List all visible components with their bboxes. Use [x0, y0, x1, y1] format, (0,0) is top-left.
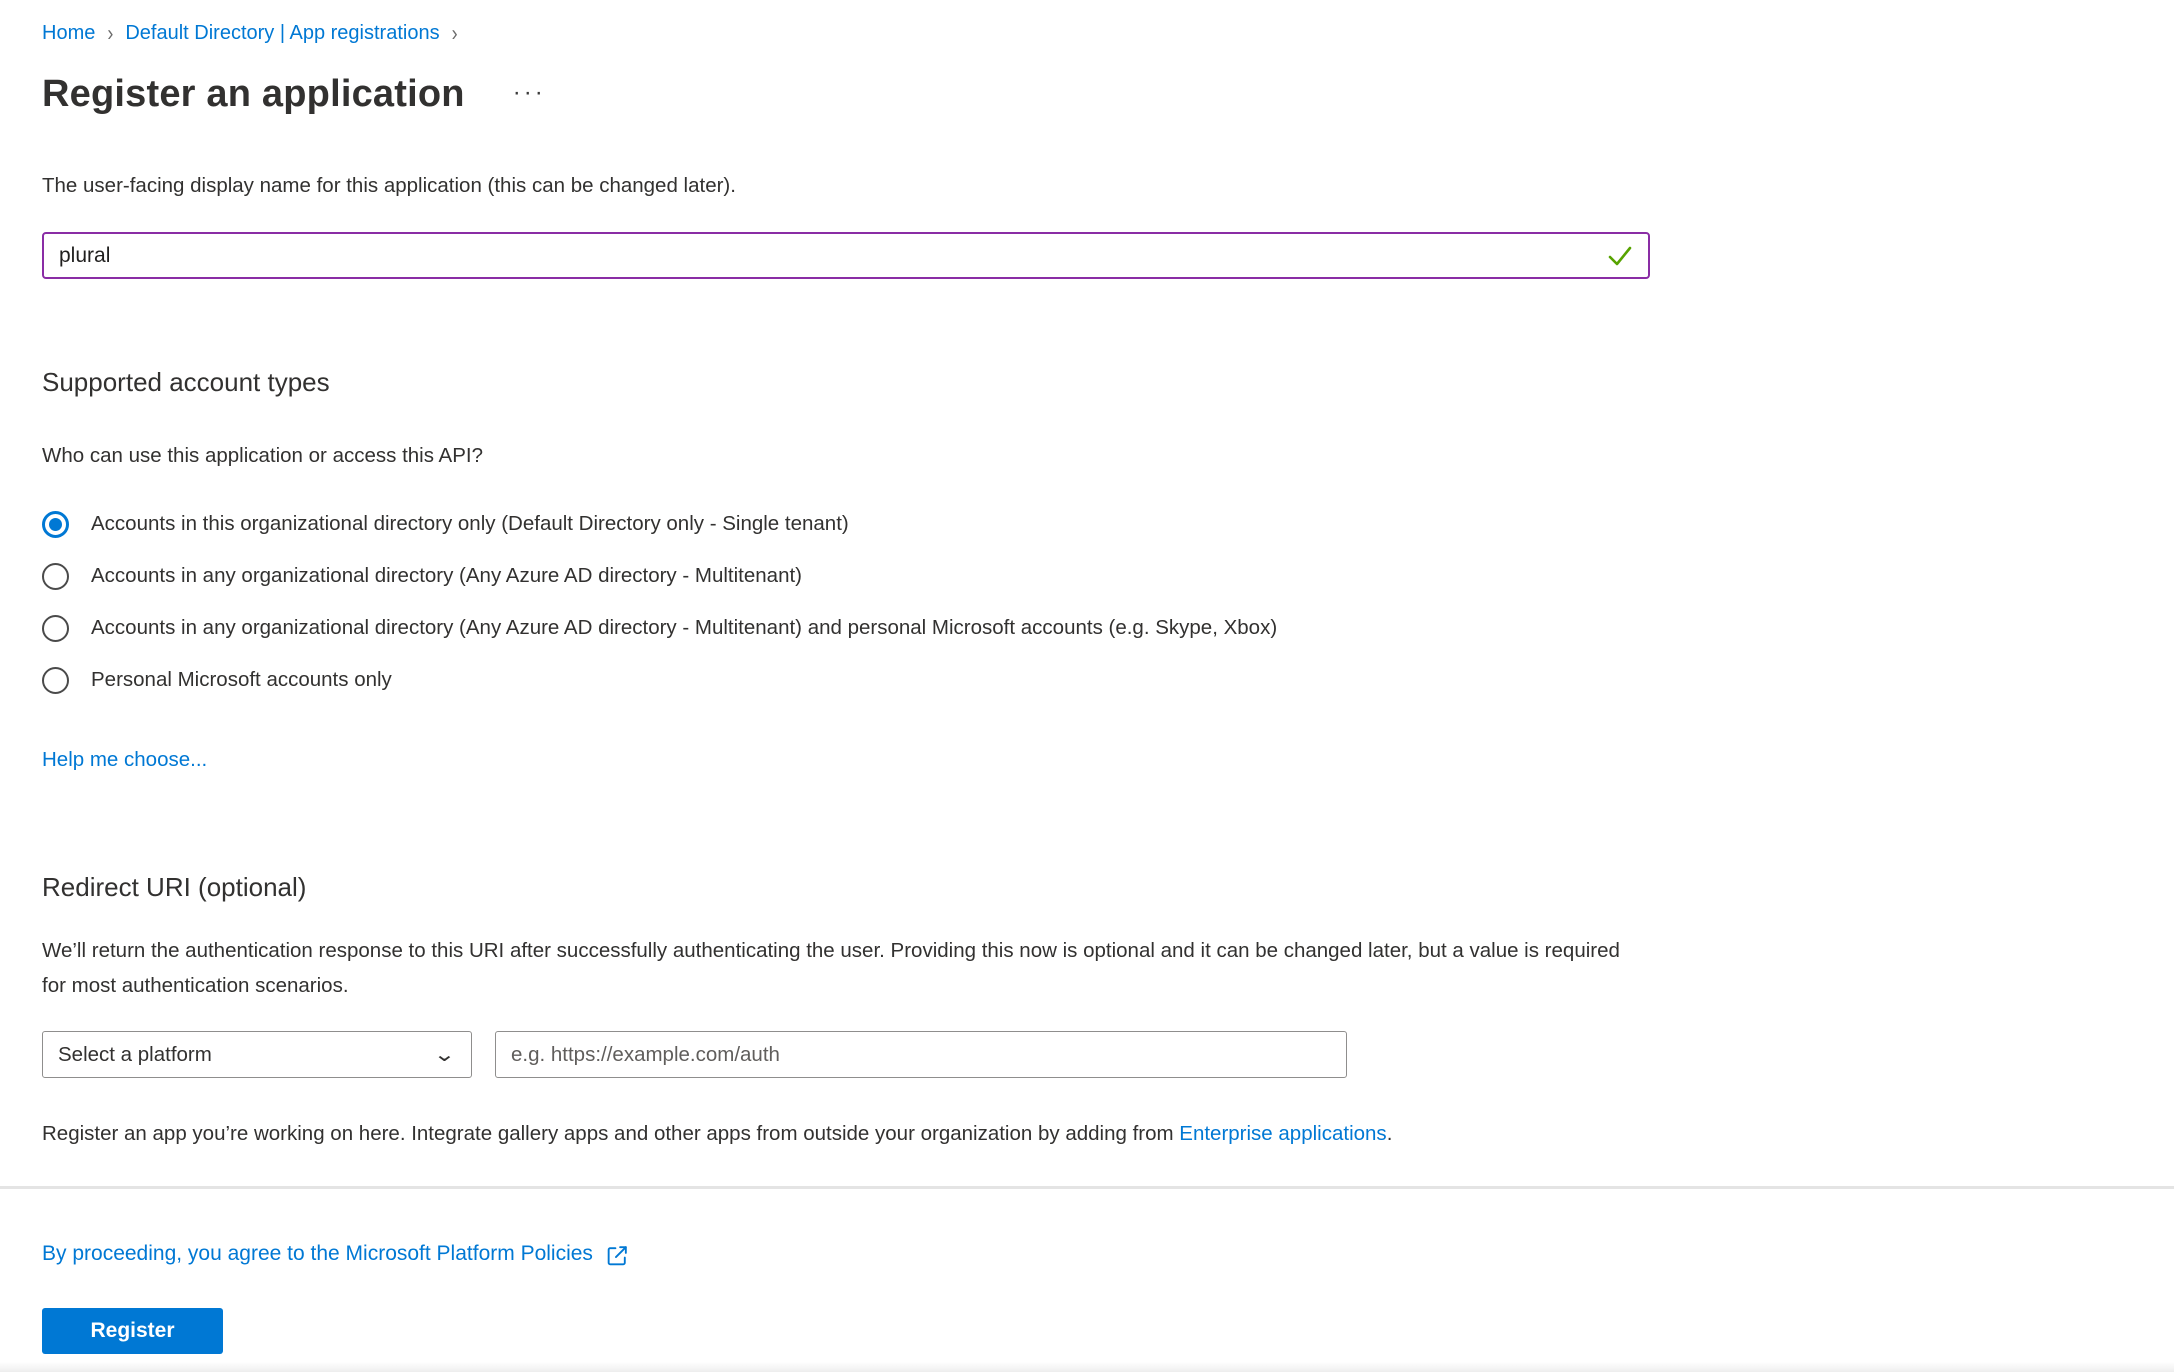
- page-title: Register an application: [42, 73, 465, 116]
- enterprise-note-text: Register an app you’re working on here. …: [42, 1122, 1179, 1145]
- supported-account-types-heading: Supported account types: [42, 367, 1650, 398]
- radio-label: Accounts in any organizational directory…: [91, 564, 802, 588]
- breadcrumb-home-link[interactable]: Home: [42, 22, 95, 45]
- radio-label: Personal Microsoft accounts only: [91, 668, 392, 692]
- register-application-page: Home › Default Directory | App registrat…: [0, 0, 1650, 1354]
- more-icon[interactable]: ···: [513, 81, 546, 105]
- breadcrumb: Home › Default Directory | App registrat…: [42, 22, 1650, 45]
- breadcrumb-chevron-icon: ›: [452, 20, 458, 46]
- account-types-question: Who can use this application or access t…: [42, 444, 1650, 468]
- help-me-choose-link[interactable]: Help me choose...: [42, 748, 207, 772]
- radio-label: Accounts in this organizational director…: [91, 512, 849, 536]
- redirect-uri-input[interactable]: [495, 1031, 1347, 1078]
- account-type-radio-group: Accounts in this organizational director…: [42, 498, 1650, 706]
- breadcrumb-app-registrations-link[interactable]: Default Directory | App registrations: [125, 22, 439, 45]
- footer-divider: [0, 1186, 2174, 1189]
- platform-policies-link[interactable]: By proceeding, you agree to the Microsof…: [42, 1242, 593, 1266]
- radio-button-icon: [42, 563, 69, 590]
- platform-select-value: Select a platform: [58, 1043, 212, 1067]
- enterprise-note-period: .: [1387, 1122, 1393, 1145]
- radio-multitenant[interactable]: Accounts in any organizational directory…: [42, 550, 1650, 602]
- checkmark-icon: [1606, 242, 1634, 270]
- chevron-down-icon: ⌄: [433, 1042, 456, 1067]
- display-name-label: The user-facing display name for this ap…: [42, 174, 1650, 198]
- breadcrumb-chevron-icon: ›: [107, 20, 113, 46]
- platform-select[interactable]: Select a platform ⌄: [42, 1031, 472, 1078]
- page-bottom-shadow: [0, 1362, 2174, 1372]
- redirect-uri-heading: Redirect URI (optional): [42, 872, 1650, 903]
- enterprise-applications-link[interactable]: Enterprise applications: [1179, 1122, 1386, 1145]
- radio-multitenant-personal[interactable]: Accounts in any organizational directory…: [42, 602, 1650, 654]
- display-name-input[interactable]: [42, 232, 1650, 279]
- radio-label: Accounts in any organizational directory…: [91, 616, 1277, 640]
- enterprise-note: Register an app you’re working on here. …: [42, 1122, 1650, 1146]
- radio-button-icon: [42, 511, 69, 538]
- radio-single-tenant[interactable]: Accounts in this organizational director…: [42, 498, 1650, 550]
- radio-personal-only[interactable]: Personal Microsoft accounts only: [42, 654, 1650, 706]
- external-link-icon: [605, 1243, 630, 1268]
- radio-button-icon: [42, 667, 69, 694]
- register-button[interactable]: Register: [42, 1308, 223, 1354]
- radio-button-icon: [42, 615, 69, 642]
- redirect-uri-description: We’ll return the authentication response…: [42, 933, 1642, 1003]
